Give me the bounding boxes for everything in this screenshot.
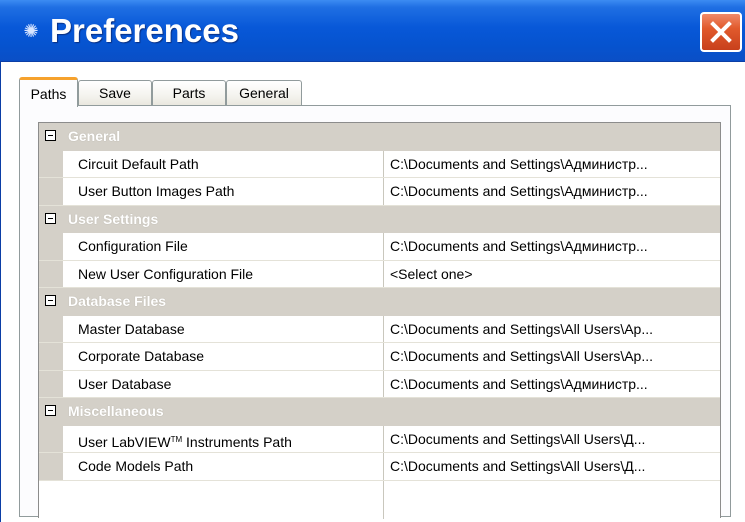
category-row-general[interactable]: General (39, 123, 720, 151)
category-row-user-settings[interactable]: User Settings (39, 205, 720, 233)
property-value[interactable]: C:\Documents and Settings\All Users\Ap..… (390, 316, 720, 343)
category-row-database-files[interactable]: Database Files (39, 288, 720, 316)
dialog-client-area: Paths Save Parts General General Circuit… (0, 62, 745, 522)
property-name: Configuration File (78, 238, 188, 254)
category-label: General (68, 128, 121, 144)
title-bar[interactable]: ✺ Preferences (0, 0, 745, 62)
collapse-icon[interactable] (45, 212, 56, 224)
property-value[interactable]: C:\Documents and Settings\Администр... (390, 233, 720, 260)
property-row[interactable]: Master Database C:\Documents and Setting… (39, 315, 720, 343)
property-row[interactable]: Corporate Database C:\Documents and Sett… (39, 343, 720, 371)
category-label: User Settings (68, 210, 159, 227)
close-button[interactable] (700, 12, 742, 52)
trademark-mark: TM (170, 434, 183, 444)
property-grid[interactable]: General Circuit Default Path C:\Document… (38, 122, 721, 519)
property-row[interactable]: User LabVIEWTM Instruments Path C:\Docum… (39, 425, 720, 453)
collapse-icon[interactable] (45, 130, 56, 141)
property-name: Circuit Default Path (78, 155, 199, 172)
property-value[interactable]: C:\Documents and Settings\Администр... (390, 178, 720, 205)
category-label: Database Files (68, 293, 167, 309)
property-name: User Database (78, 375, 172, 392)
property-value-select[interactable]: <Select one> (390, 261, 720, 288)
property-name: User LabVIEWTM Instruments Path (78, 433, 292, 450)
property-name: User Button Images Path (78, 183, 235, 199)
tab-paths-label: Paths (30, 86, 67, 102)
tab-parts[interactable]: Parts (152, 80, 226, 106)
property-name: New User Configuration File (78, 265, 254, 282)
tab-save[interactable]: Save (78, 80, 152, 106)
property-value[interactable]: C:\Documents and Settings\All Users\Д... (390, 426, 720, 453)
property-value[interactable]: C:\Documents and Settings\All Users\Д... (390, 453, 720, 480)
property-name: Master Database (78, 320, 185, 337)
tab-panel-paths: General Circuit Default Path C:\Document… (19, 105, 731, 519)
property-name: Code Models Path (78, 458, 194, 474)
close-icon (710, 21, 732, 43)
property-row[interactable]: User Database C:\Documents and Settings\… (39, 370, 720, 398)
collapse-icon[interactable] (45, 405, 56, 416)
property-row[interactable]: Configuration File C:\Documents and Sett… (39, 233, 720, 261)
property-row[interactable]: User Button Images Path C:\Documents and… (39, 178, 720, 206)
window-title: Preferences (50, 12, 239, 49)
tab-general-label: General (239, 85, 289, 101)
property-row[interactable]: New User Configuration File <Select one> (39, 260, 720, 288)
preferences-app-icon: ✺ (23, 21, 39, 41)
property-value[interactable]: C:\Documents and Settings\All Users\Ap..… (390, 343, 720, 370)
category-row-miscellaneous[interactable]: Miscellaneous (39, 398, 720, 426)
category-label: Miscellaneous (68, 403, 164, 419)
property-row[interactable]: Code Models Path C:\Documents and Settin… (39, 453, 720, 481)
property-row[interactable]: Circuit Default Path C:\Documents and Se… (39, 150, 720, 178)
tab-general[interactable]: General (226, 80, 302, 106)
tab-parts-label: Parts (172, 85, 206, 101)
property-name: Corporate Database (78, 348, 205, 364)
property-value[interactable]: C:\Documents and Settings\Администр... (390, 151, 720, 178)
tab-paths[interactable]: Paths (19, 77, 78, 107)
property-value[interactable]: C:\Documents and Settings\Администр... (390, 371, 720, 398)
tab-save-label: Save (99, 85, 131, 101)
collapse-icon[interactable] (45, 295, 56, 306)
